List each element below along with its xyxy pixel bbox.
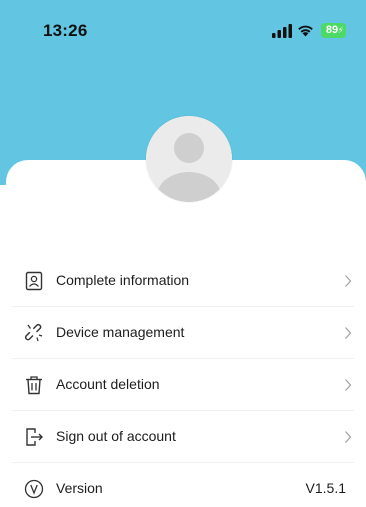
signal-icon — [272, 24, 292, 38]
menu-item-label: Sign out of account — [56, 428, 176, 444]
settings-menu: Complete information Device management A… — [0, 255, 366, 507]
profile-screen: 13:26 89 ⚡ Complete information Device m… — [0, 0, 366, 507]
unlink-icon — [24, 323, 44, 343]
version-value: V1.5.1 — [305, 480, 346, 496]
menu-item-device-management[interactable]: Device management — [0, 307, 366, 359]
wifi-icon — [297, 23, 314, 37]
status-time: 13:26 — [43, 21, 88, 40]
chevron-right-icon — [344, 326, 352, 340]
battery-icon: 89 ⚡ — [321, 23, 346, 38]
menu-item-account-deletion[interactable]: Account deletion — [0, 359, 366, 411]
menu-item-label: Version — [56, 480, 103, 496]
menu-item-label: Device management — [56, 324, 185, 340]
status-bar: 13:26 89 ⚡ — [0, 0, 366, 56]
menu-item-sign-out[interactable]: Sign out of account — [0, 411, 366, 463]
menu-item-complete-information[interactable]: Complete information — [0, 255, 366, 307]
battery-bolt-icon: ⚡ — [337, 25, 344, 35]
version-icon — [24, 479, 44, 499]
chevron-right-icon — [344, 378, 352, 392]
menu-item-version: Version V1.5.1 — [0, 463, 366, 507]
chevron-right-icon — [344, 430, 352, 444]
battery-level: 89 — [325, 24, 339, 36]
menu-item-label: Complete information — [56, 272, 190, 288]
chevron-right-icon — [344, 274, 352, 288]
menu-item-label: Account deletion — [56, 376, 160, 392]
logout-icon — [24, 427, 44, 447]
user-avatar-icon[interactable] — [146, 116, 232, 202]
trash-icon — [24, 375, 44, 395]
id-card-icon — [24, 271, 44, 291]
